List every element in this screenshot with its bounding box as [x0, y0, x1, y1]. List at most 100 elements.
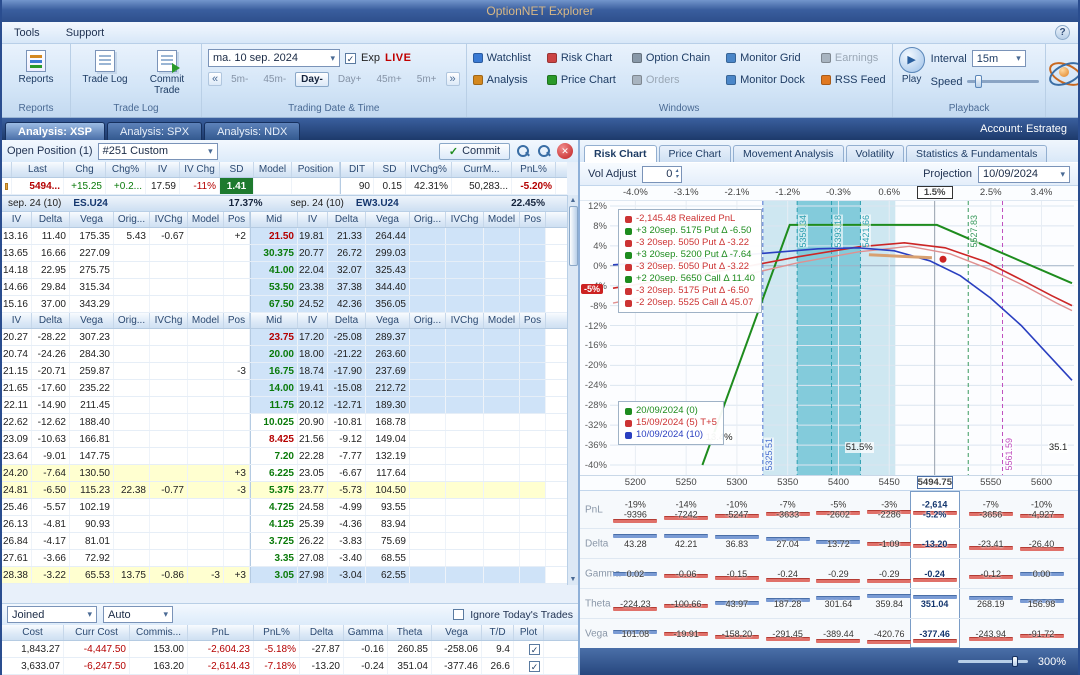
- table-row[interactable]: 13.16 11.40 175.35 5.43 -0.67 +2 21.50 19.81 21.…: [2, 228, 567, 245]
- chain-footer-toolbar: Joined▾ Auto▾ ✓ Ignore Today's Trades: [2, 603, 578, 625]
- document-tab-2[interactable]: Analysis: NDX: [204, 122, 301, 140]
- trade-log-button[interactable]: Trade Log: [77, 47, 133, 88]
- commit-button[interactable]: ✓ Commit: [438, 142, 510, 160]
- window-toggle-8[interactable]: Monitor Dock: [726, 74, 805, 86]
- window-toggle-2[interactable]: Option Chain: [631, 52, 710, 64]
- vol-adjust-input[interactable]: 0 ▴ ▾: [642, 165, 683, 183]
- time-step-button-0[interactable]: 5m-: [225, 72, 254, 87]
- cell: ✓: [514, 641, 544, 657]
- speed-slider[interactable]: [967, 75, 1040, 88]
- table-row[interactable]: 25.46 -5.57 102.19 4.725 24.58 -4.99 93.55: [2, 499, 567, 516]
- table-row[interactable]: 5494... +15.25 +0.2... 17.59 -11% 1.41 90 0.15 4…: [2, 178, 567, 195]
- close-position-icon[interactable]: ✕: [557, 143, 573, 159]
- scroll-up-icon[interactable]: ▲: [570, 195, 577, 206]
- cell: 315.34: [70, 279, 114, 295]
- speed-slider-thumb[interactable]: [975, 75, 983, 88]
- window-toggle-3[interactable]: Monitor Grid: [726, 52, 805, 64]
- cell: [114, 296, 150, 312]
- table-row[interactable]: 21.65 -17.60 235.22 14.00 19.41 -15.08 212.72: [2, 380, 567, 397]
- plot-checkbox[interactable]: ✓: [529, 643, 540, 655]
- table-row[interactable]: 1,843.27 -4,447.50 153.00 -2,604.23 -5.18% -2…: [2, 641, 578, 658]
- greek-cell: -420.76: [864, 619, 914, 648]
- cell: -6.50: [32, 482, 70, 498]
- menu-item-0[interactable]: Tools: [10, 25, 44, 41]
- nav-forward-icon[interactable]: »: [445, 72, 460, 86]
- reports-button[interactable]: Reports: [8, 47, 64, 88]
- table-row[interactable]: 26.13 -4.81 90.93 4.125 25.39 -4.36 83.94: [2, 516, 567, 533]
- cell: [484, 380, 520, 396]
- zoom-in-icon[interactable]: [515, 143, 531, 159]
- table-row[interactable]: 26.84 -4.17 81.01 3.725 26.22 -3.83 75.69: [2, 533, 567, 550]
- legend-entry-0-icon: [625, 215, 632, 223]
- table-row[interactable]: 3,633.07 -6,247.50 163.20 -2,614.43 -7.18% -1…: [2, 658, 578, 675]
- table-row[interactable]: 14.66 29.84 315.34 53.50 23.38 37.38 344.40: [2, 279, 567, 296]
- exp-checkbox[interactable]: ✓: [345, 52, 356, 64]
- table-row[interactable]: 23.64 -9.01 147.75 7.20 22.28 -7.77 132.19: [2, 448, 567, 465]
- plot-checkbox[interactable]: ✓: [529, 660, 540, 672]
- move-percent-label: 1.5%: [916, 186, 953, 199]
- analysis-tab-3[interactable]: Volatility: [845, 145, 905, 162]
- window-toggle-0[interactable]: Watchlist: [472, 52, 531, 64]
- table-row[interactable]: 14.18 22.95 275.75 41.00 22.04 32.07 325.43: [2, 262, 567, 279]
- play-button[interactable]: [898, 47, 925, 73]
- table-row[interactable]: 24.20 -7.64 130.50 +3 6.225 23.05 -6.67 117.64: [2, 465, 567, 482]
- zoom-slider[interactable]: [957, 656, 1028, 667]
- window-toggle-7[interactable]: Orders: [631, 74, 710, 86]
- table-row[interactable]: 22.62 -12.62 188.40 10.025 20.90 -10.81 168.78: [2, 414, 567, 431]
- vertical-scrollbar[interactable]: ▲ ▼: [567, 195, 578, 585]
- window-toggle-9[interactable]: RSS Feed: [820, 74, 886, 86]
- zoom-slider-thumb[interactable]: [1011, 656, 1018, 667]
- cell: [224, 329, 250, 345]
- greek-bar: [867, 579, 912, 584]
- reports-button-label: Reports: [18, 74, 54, 85]
- window-toggle-5[interactable]: Analysis: [472, 74, 531, 86]
- table-row[interactable]: 20.74 -24.26 284.30 20.00 18.00 -21.22 263.60: [2, 346, 567, 363]
- window-toggle-1[interactable]: Risk Chart: [546, 52, 616, 64]
- analysis-tab-0[interactable]: Risk Chart: [584, 145, 657, 162]
- interval-select[interactable]: 15m ▾: [971, 50, 1026, 67]
- table-row[interactable]: 23.09 -10.63 166.81 8.425 21.56 -9.12 149.04: [2, 431, 567, 448]
- time-step-button-1[interactable]: 45m-: [257, 72, 292, 87]
- table-row[interactable]: 28.38 -3.22 65.53 13.75 -0.86 -3 +3 3.05 27.98 -3…: [2, 567, 567, 584]
- date-entry-1-icon: [625, 419, 632, 427]
- analysis-tab-4[interactable]: Statistics & Fundamentals: [906, 145, 1048, 162]
- position-selector[interactable]: #251 Custom ▾: [97, 142, 218, 160]
- chart-plot-area[interactable]: -2,145.48 Realized PnL +3 20sep. 5175 Put…: [580, 201, 1078, 475]
- ignore-trades-checkbox[interactable]: ✓: [453, 609, 465, 620]
- table-row[interactable]: 22.11 -14.90 211.45 11.75 20.12 -12.71 189.30: [2, 397, 567, 414]
- view-mode-select[interactable]: Joined ▾: [7, 606, 97, 623]
- window-toggle-6[interactable]: Price Chart: [546, 74, 616, 86]
- trading-date-input[interactable]: ma. 10 sep. 2024 ▾: [208, 49, 340, 67]
- document-tab-0[interactable]: Analysis: XSP: [5, 122, 105, 140]
- pricing-mode-select[interactable]: Auto ▾: [103, 606, 173, 623]
- zoom-out-icon[interactable]: [536, 143, 552, 159]
- scrollbar-thumb[interactable]: [568, 206, 578, 266]
- menu-item-1[interactable]: Support: [62, 25, 109, 41]
- table-row[interactable]: 24.81 -6.50 115.23 22.38 -0.77 -3 5.375 23.77 -5…: [2, 482, 567, 499]
- cell: [114, 533, 150, 549]
- time-step-button-5[interactable]: 5m+: [411, 72, 443, 87]
- expiry-date: sep. 24 (10): [290, 198, 344, 209]
- nav-back-icon[interactable]: «: [208, 72, 223, 86]
- document-tab-1[interactable]: Analysis: SPX: [106, 122, 203, 140]
- table-row[interactable]: 27.61 -3.66 72.92 3.35 27.08 -3.40 68.55: [2, 550, 567, 567]
- cell: -377.46: [432, 658, 482, 674]
- calendar-dropdown-icon[interactable]: ▾: [330, 53, 335, 64]
- commit-trade-button[interactable]: Commit Trade: [139, 47, 195, 99]
- table-row[interactable]: 15.16 37.00 343.29 67.50 24.52 42.36 356.05: [2, 296, 567, 313]
- analysis-tab-2[interactable]: Movement Analysis: [733, 145, 844, 162]
- help-icon[interactable]: ?: [1055, 25, 1070, 40]
- cell: 188.40: [70, 414, 114, 430]
- spinner-arrows-icon[interactable]: ▴ ▾: [675, 168, 678, 180]
- projection-date-picker[interactable]: 10/09/2024 ▾: [978, 165, 1070, 183]
- cell: 115.23: [70, 482, 114, 498]
- time-step-button-3[interactable]: Day+: [332, 72, 368, 87]
- time-step-button-4[interactable]: 45m+: [370, 72, 407, 87]
- time-step-button-2[interactable]: Day-: [295, 71, 329, 87]
- table-row[interactable]: 21.15 -20.71 259.87 -3 16.75 18.74 -17.90 237.6…: [2, 363, 567, 380]
- table-row[interactable]: 20.27 -28.22 307.23 23.75 17.20 -25.08 289.37: [2, 329, 567, 346]
- table-row[interactable]: 13.65 16.66 227.09 30.375 20.77 26.72 299.03: [2, 245, 567, 262]
- scroll-down-icon[interactable]: ▼: [570, 574, 577, 585]
- analysis-tab-1[interactable]: Price Chart: [658, 145, 732, 162]
- window-toggle-4[interactable]: Earnings: [820, 52, 886, 64]
